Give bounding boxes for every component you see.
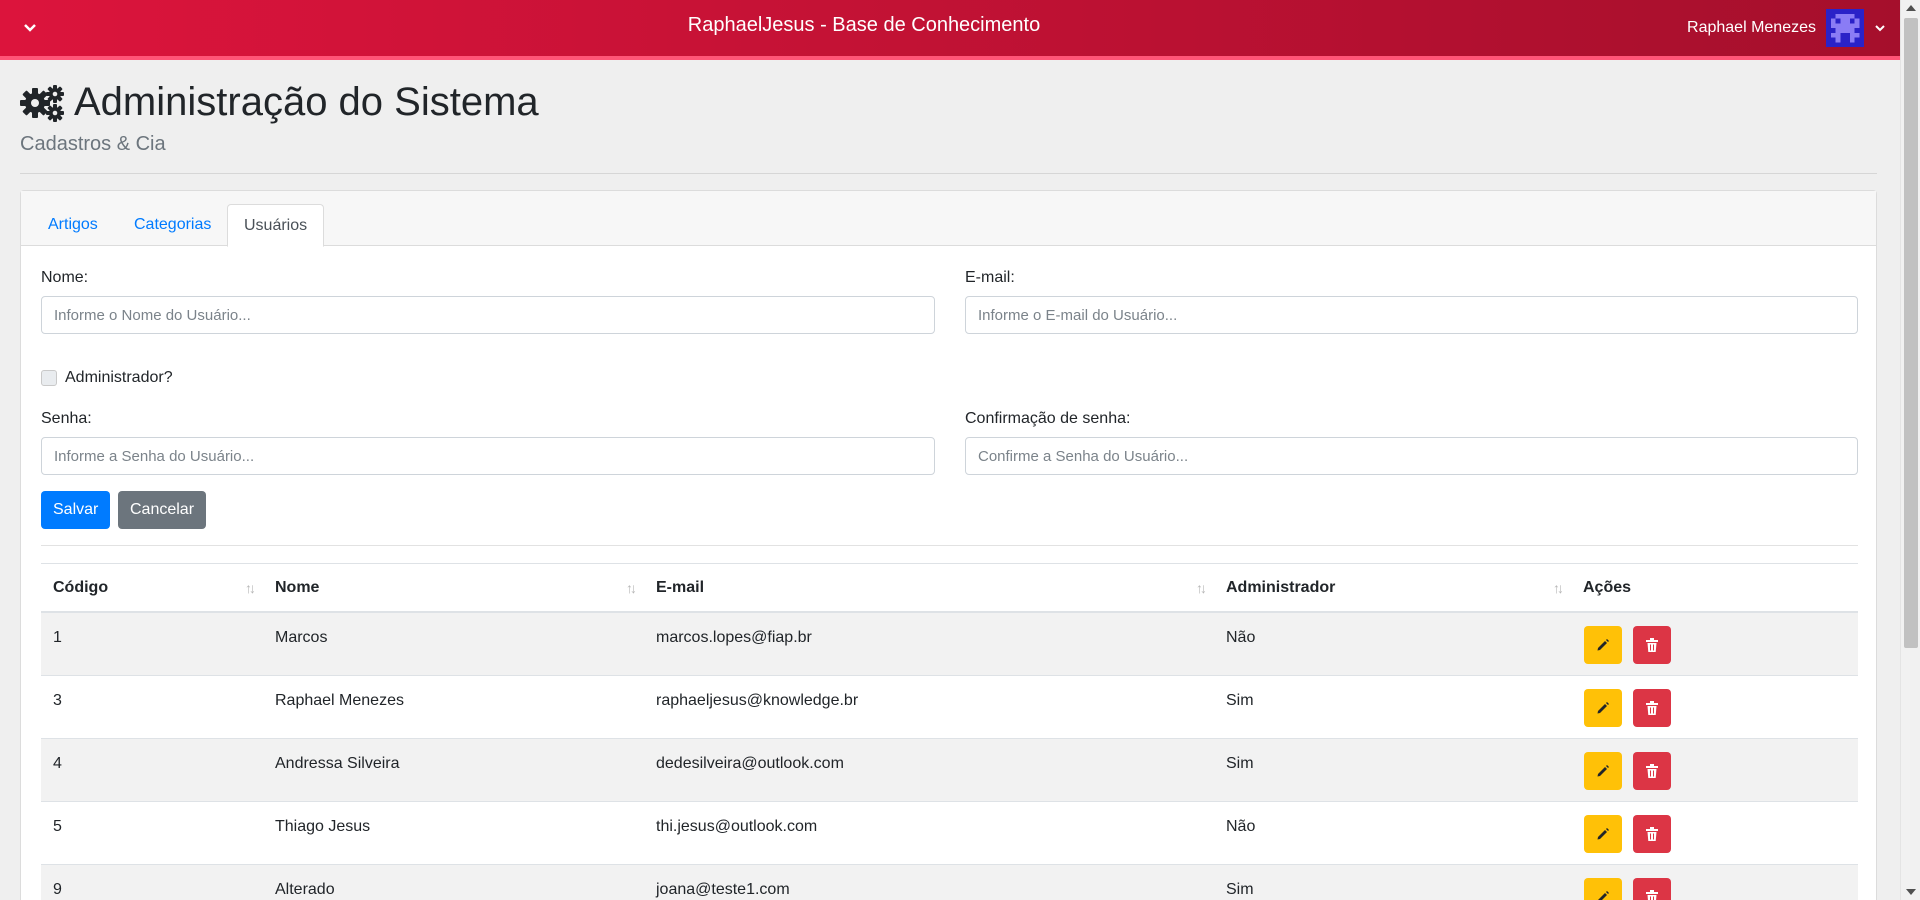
edit-button[interactable] <box>1584 752 1622 790</box>
trash-icon <box>1646 764 1658 778</box>
cell-admin: Sim <box>1226 692 1254 709</box>
password-label: Senha: <box>41 410 92 427</box>
app-title: RaphaelJesus - Base de Conhecimento <box>687 14 1041 36</box>
user-name: Raphael Menezes <box>1687 19 1816 36</box>
table-row: 3 Raphael Menezes raphaeljesus@knowledge… <box>41 676 1858 739</box>
pencil-icon <box>1598 891 1609 900</box>
column-header-email[interactable]: E-mail <box>656 564 704 612</box>
cell-email: marcos.lopes@fiap.br <box>656 629 812 646</box>
cell-name: Marcos <box>275 629 328 646</box>
cell-code: 4 <box>53 755 62 772</box>
edit-button[interactable] <box>1584 689 1622 727</box>
pencil-icon <box>1597 828 1609 840</box>
scroll-down-arrow[interactable] <box>1906 889 1916 895</box>
cell-email: thi.jesus@outlook.com <box>656 818 818 835</box>
cell-name: Alterado <box>275 881 335 898</box>
save-button[interactable]: Salvar <box>41 491 111 529</box>
divider <box>20 173 1877 174</box>
top-header: RaphaelJesus - Base de Conhecimento Raph… <box>0 0 1900 60</box>
delete-button[interactable] <box>1633 815 1671 853</box>
avatar <box>1826 9 1864 47</box>
delete-button[interactable] <box>1633 689 1671 727</box>
trash-icon <box>1646 827 1658 841</box>
sort-icon[interactable]: ↑↓ <box>245 564 256 612</box>
cell-name: Thiago Jesus <box>275 818 371 835</box>
pencil-icon <box>1597 702 1609 714</box>
name-label: Nome: <box>41 269 89 286</box>
column-header-acoes: Ações <box>1583 579 1632 596</box>
admin-checkbox[interactable] <box>41 370 57 386</box>
cell-code: 5 <box>53 818 62 835</box>
cell-name: Raphael Menezes <box>275 692 404 709</box>
trash-icon <box>1646 701 1658 715</box>
cell-email: dedesilveira@outlook.com <box>656 755 844 772</box>
chevron-down-icon <box>1875 25 1885 32</box>
page-subtitle: Cadastros & Cia <box>20 133 166 155</box>
confirm-password-input[interactable] <box>965 437 1858 475</box>
cell-email: joana@teste1.com <box>656 881 790 898</box>
cell-admin: Sim <box>1226 755 1254 772</box>
edit-button[interactable] <box>1584 626 1622 664</box>
column-header-nome[interactable]: Nome <box>275 564 319 612</box>
column-header-codigo[interactable]: Código <box>53 564 108 612</box>
table-row: 1 Marcos marcos.lopes@fiap.br Não <box>41 613 1858 676</box>
sort-icon[interactable]: ↑↓ <box>1553 564 1564 612</box>
cell-admin: Não <box>1226 818 1256 835</box>
email-label: E-mail: <box>965 269 1015 286</box>
email-input[interactable] <box>965 296 1858 334</box>
cell-code: 3 <box>53 692 62 709</box>
cell-admin: Sim <box>1226 881 1254 898</box>
cell-admin: Não <box>1226 629 1256 646</box>
tab-usuarios[interactable]: Usuários <box>227 204 325 247</box>
name-input[interactable] <box>41 296 935 334</box>
tabs-bar: Artigos Categorias Usuários <box>21 191 1876 247</box>
delete-button[interactable] <box>1633 878 1671 900</box>
pencil-icon <box>1597 639 1609 651</box>
table-row: 4 Andressa Silveira dedesilveira@outlook… <box>41 739 1858 802</box>
cell-code: 9 <box>53 881 62 898</box>
admin-checkbox-label[interactable]: Administrador? <box>65 369 173 387</box>
admin-card: Artigos Categorias Usuários Nome: E-mail… <box>20 190 1877 900</box>
confirm-password-label: Confirmação de senha: <box>965 410 1131 427</box>
edit-button[interactable] <box>1584 815 1622 853</box>
gears-icon <box>20 84 64 122</box>
scroll-thumb[interactable] <box>1904 18 1918 648</box>
sort-icon[interactable]: ↑↓ <box>1196 564 1207 612</box>
page-title-text: Administração do Sistema <box>74 80 539 124</box>
trash-icon <box>1646 638 1658 652</box>
sort-icon[interactable]: ↑↓ <box>626 564 637 612</box>
pencil-icon <box>1597 765 1609 777</box>
delete-button[interactable] <box>1633 626 1671 664</box>
divider <box>41 545 1858 546</box>
page-title: Administração do Sistema <box>20 80 539 125</box>
delete-button[interactable] <box>1633 752 1671 790</box>
cell-name: Andressa Silveira <box>275 755 400 772</box>
table-row: 9 Alterado joana@teste1.com Sim <box>41 865 1858 900</box>
tab-categorias[interactable]: Categorias <box>118 204 227 246</box>
cancel-button[interactable]: Cancelar <box>118 491 207 529</box>
tab-artigos[interactable]: Artigos <box>32 204 114 246</box>
password-input[interactable] <box>41 437 935 475</box>
user-dropdown[interactable]: Raphael Menezes <box>1687 0 1886 56</box>
table-row: 5 Thiago Jesus thi.jesus@outlook.com Não <box>41 802 1858 865</box>
page-scrollbar[interactable] <box>1900 0 1920 900</box>
cell-code: 1 <box>53 629 62 646</box>
users-table: Código ↑↓ Nome ↑↓ E-mail ↑↓ Administrado… <box>41 563 1858 900</box>
scroll-up-arrow[interactable] <box>1906 5 1916 11</box>
table-header: Código ↑↓ Nome ↑↓ E-mail ↑↓ Administrado… <box>41 563 1858 613</box>
trash-icon <box>1646 890 1658 900</box>
cell-email: raphaeljesus@knowledge.br <box>656 692 859 709</box>
column-header-administrador[interactable]: Administrador <box>1226 564 1335 612</box>
edit-button[interactable] <box>1584 878 1622 900</box>
